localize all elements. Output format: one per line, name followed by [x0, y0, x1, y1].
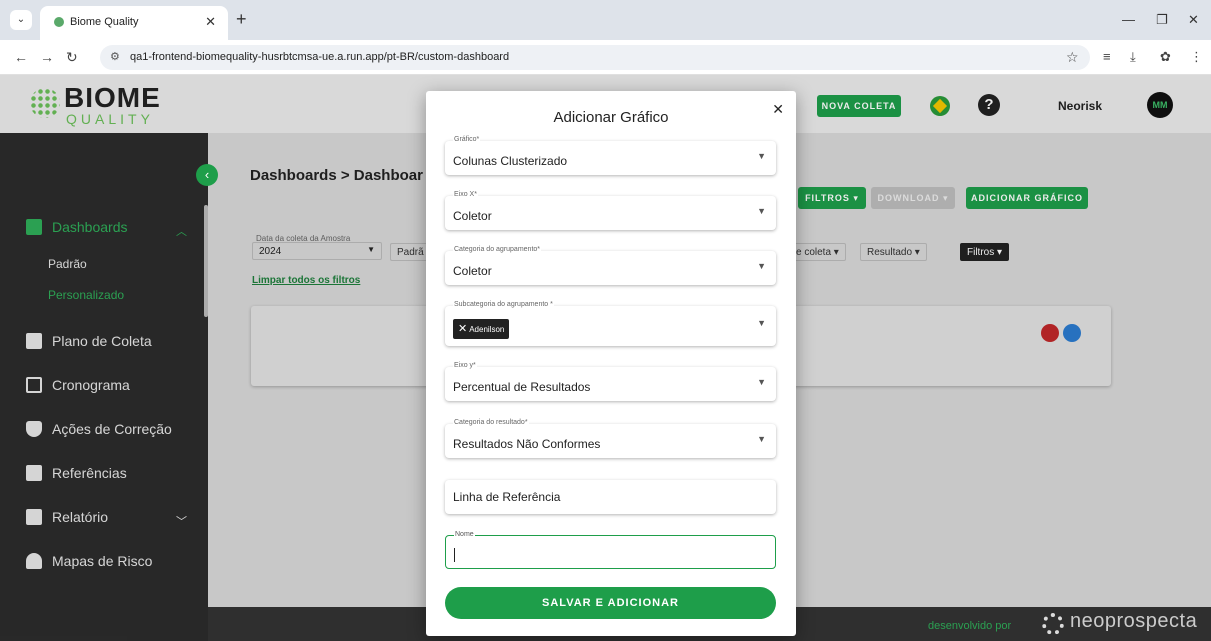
- address-bar[interactable]: ⚙ qa1-frontend-biomequality-husrbtcmsa-u…: [100, 45, 1090, 70]
- grafico-select[interactable]: Gráfico* Colunas Clusterizado ▼: [445, 136, 776, 175]
- linha-referencia-input[interactable]: Linha de Referência: [445, 480, 776, 514]
- field-label: Subcategoria do agrupamento *: [453, 301, 554, 308]
- field-value: Percentual de Resultados: [453, 380, 591, 394]
- browser-toolbar: ← → ↻ ⚙ qa1-frontend-biomequality-husrbt…: [0, 40, 1211, 75]
- tab-close-icon[interactable]: ✕: [205, 14, 216, 30]
- text-caret: [454, 548, 455, 562]
- bookmark-star-icon[interactable]: ☆: [1066, 49, 1079, 66]
- selected-tag[interactable]: ✕ Adenilson: [453, 319, 510, 339]
- dropdown-arrow-icon: ▼: [757, 318, 766, 328]
- new-tab-icon[interactable]: +: [236, 9, 247, 30]
- tab-title: Biome Quality: [70, 16, 139, 28]
- tab-search-icon[interactable]: ⌄: [10, 10, 32, 30]
- categoria-resultado-select[interactable]: Categoria do resultado* Resultados Não C…: [445, 419, 776, 458]
- tag-label: Adenilson: [469, 325, 505, 334]
- extension-icon[interactable]: ✿: [1160, 49, 1171, 65]
- add-chart-modal: Adicionar Gráfico ✕ Gráfico* Colunas Clu…: [426, 91, 796, 636]
- field-label: Nome: [454, 531, 475, 538]
- modal-title: Adicionar Gráfico: [553, 109, 669, 126]
- field-value: Coletor: [453, 209, 492, 223]
- download-icon[interactable]: ⤓: [1130, 49, 1136, 65]
- field-label: Gráfico*: [453, 136, 481, 143]
- eixo-x-select[interactable]: Eixo X* Coletor ▼: [445, 191, 776, 230]
- dropdown-arrow-icon: ▼: [757, 151, 766, 161]
- field-value: Resultados Não Conformes: [453, 437, 601, 451]
- close-icon[interactable]: ✕: [772, 101, 784, 118]
- save-and-add-button[interactable]: SALVAR E ADICIONAR: [445, 587, 776, 619]
- collapse-sidebar-button[interactable]: ‹: [196, 164, 218, 186]
- field-value: Colunas Clusterizado: [453, 154, 568, 168]
- field-value: Coletor: [453, 264, 492, 278]
- favicon-icon: [54, 17, 64, 27]
- dropdown-arrow-icon: ▼: [757, 377, 766, 387]
- close-window-icon[interactable]: ✕: [1188, 12, 1199, 28]
- field-label: Categoria do resultado*: [453, 419, 529, 426]
- field-label: Eixo X*: [453, 191, 478, 198]
- dropdown-arrow-icon: ▼: [757, 206, 766, 216]
- categoria-agrupamento-select[interactable]: Categoria do agrupamento* Coletor ▼: [445, 246, 776, 285]
- subcategoria-agrupamento-select[interactable]: Subcategoria do agrupamento * ✕ Adenilson…: [445, 301, 776, 346]
- url-text: qa1-frontend-biomequality-husrbtcmsa-ue.…: [130, 51, 510, 63]
- browser-tab[interactable]: Biome Quality ✕: [40, 6, 228, 40]
- minimize-icon[interactable]: —: [1122, 12, 1135, 27]
- reload-icon[interactable]: ↻: [66, 49, 78, 66]
- browser-tabbar: ⌄ Biome Quality ✕ + — ❐ ✕: [0, 0, 1211, 40]
- field-placeholder: Linha de Referência: [453, 490, 561, 504]
- nome-input[interactable]: Nome: [445, 531, 776, 569]
- dropdown-arrow-icon: ▼: [757, 261, 766, 271]
- remove-tag-icon[interactable]: ✕: [458, 323, 467, 335]
- back-icon[interactable]: ←: [14, 49, 28, 65]
- browser-menu-icon[interactable]: ⋮: [1190, 49, 1203, 65]
- dropdown-arrow-icon: ▼: [757, 434, 766, 444]
- field-label: Eixo y*: [453, 362, 477, 369]
- forward-icon[interactable]: →: [40, 49, 54, 65]
- restore-icon[interactable]: ❐: [1156, 12, 1168, 28]
- reading-list-icon[interactable]: ≡: [1103, 49, 1111, 64]
- field-label: Categoria do agrupamento*: [453, 246, 542, 253]
- eixo-y-select[interactable]: Eixo y* Percentual de Resultados ▼: [445, 362, 776, 401]
- site-info-icon[interactable]: ⚙: [110, 50, 120, 63]
